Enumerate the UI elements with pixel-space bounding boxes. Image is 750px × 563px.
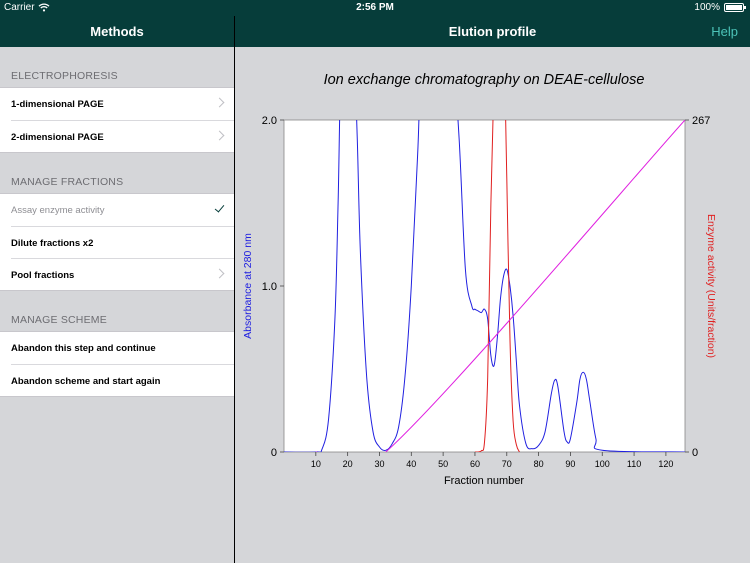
left-tick-label: 1.0 <box>262 281 277 293</box>
menu-item-label: Abandon scheme and start again <box>11 376 161 387</box>
x-tick-label: 90 <box>565 459 575 469</box>
status-time: 2:56 PM <box>356 2 394 13</box>
left-tick-label: 0 <box>271 447 277 459</box>
x-axis-label: Fraction number <box>444 475 524 487</box>
x-tick-label: 70 <box>502 459 512 469</box>
section-header-electrophoresis: ELECTROPHORESIS <box>11 70 118 82</box>
chevron-right-icon <box>214 130 225 141</box>
section-header-manage-scheme: MANAGE SCHEME <box>11 314 107 326</box>
x-tick-label: 60 <box>470 459 480 469</box>
menu-item-label: Dilute fractions x2 <box>11 238 94 249</box>
x-tick-label: 10 <box>311 459 321 469</box>
menu-item-assay-enzyme-activity[interactable]: Assay enzyme activity <box>0 194 234 226</box>
menu-item-dilute-fractions[interactable]: Dilute fractions x2 <box>11 226 234 258</box>
menu-item-abandon-scheme[interactable]: Abandon scheme and start again <box>11 364 234 396</box>
methods-sidebar: ELECTROPHORESIS 1-dimensional PAGE 2-dim… <box>0 47 234 563</box>
left-tick-label: 2.0 <box>262 115 277 127</box>
menu-item-label: Assay enzyme activity <box>11 205 105 216</box>
menu-item-label: Pool fractions <box>11 270 75 281</box>
battery-percent: 100% <box>694 2 720 13</box>
x-tick-label: 20 <box>343 459 353 469</box>
x-tick-label: 50 <box>438 459 448 469</box>
x-tick-label: 80 <box>534 459 544 469</box>
status-bar: Carrier 2:56 PM 100% <box>0 0 750 16</box>
help-button[interactable]: Help <box>711 24 738 39</box>
battery-indicator: 100% <box>694 2 746 13</box>
menu-item-pool-fractions[interactable]: Pool fractions <box>11 258 234 290</box>
elution-nav-bar: Elution profile Help <box>235 16 750 47</box>
chevron-right-icon <box>214 97 225 108</box>
manage-fractions-group: Assay enzyme activity Dilute fractions x… <box>0 193 234 291</box>
checkmark-icon <box>214 202 225 213</box>
chevron-right-icon <box>214 268 225 279</box>
menu-item-label: 1-dimensional PAGE <box>11 99 104 110</box>
plot-frame <box>283 119 686 453</box>
battery-icon <box>724 3 746 12</box>
elution-profile-title: Elution profile <box>448 24 537 39</box>
right-tick-label: 267 <box>692 115 710 127</box>
elution-profile-chart: Ion exchange chromatography on DEAE-cell… <box>242 72 717 487</box>
section-header-manage-fractions: MANAGE FRACTIONS <box>11 176 124 188</box>
chart-title: Ion exchange chromatography on DEAE-cell… <box>324 72 645 88</box>
menu-item-2d-page[interactable]: 2-dimensional PAGE <box>11 120 234 152</box>
methods-title: Methods <box>90 24 144 39</box>
left-axis-label: Absorbance at 280 nm <box>242 233 254 339</box>
plot-area: 10 20 30 40 50 60 70 80 90 100 110 120 0 1.0 2.0 0 267 <box>262 115 711 469</box>
x-tick-label: 30 <box>374 459 384 469</box>
menu-item-abandon-step[interactable]: Abandon this step and continue <box>0 332 234 364</box>
electrophoresis-group: 1-dimensional PAGE 2-dimensional PAGE <box>0 87 234 153</box>
menu-item-label: 2-dimensional PAGE <box>11 132 104 143</box>
menu-item-1d-page[interactable]: 1-dimensional PAGE <box>0 88 234 120</box>
x-tick-label: 40 <box>406 459 416 469</box>
right-axis-label: Enzyme activity (Units/fraction) <box>705 214 717 358</box>
methods-nav-bar: Methods <box>0 16 234 47</box>
manage-scheme-group: Abandon this step and continue Abandon s… <box>0 331 234 397</box>
elution-profile-panel: Ion exchange chromatography on DEAE-cell… <box>235 47 750 563</box>
right-tick-label: 0 <box>692 447 698 459</box>
x-tick-label: 110 <box>627 459 641 469</box>
menu-item-label: Abandon this step and continue <box>11 343 156 354</box>
x-tick-label: 120 <box>658 459 673 469</box>
x-tick-label: 100 <box>595 459 610 469</box>
